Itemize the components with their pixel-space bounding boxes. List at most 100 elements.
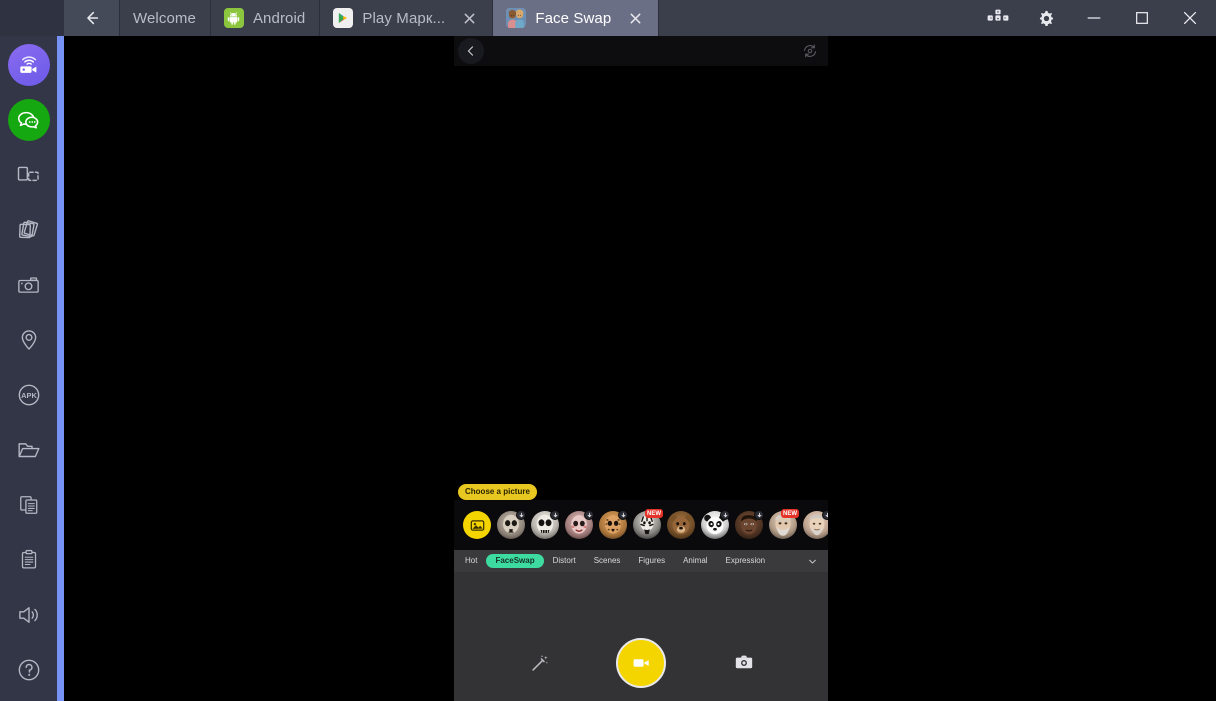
tab-strip: Welcome Android Play Марк... Face Swap bbox=[120, 0, 660, 36]
back-arrow-icon bbox=[86, 11, 98, 25]
sidebar-accent-stripe bbox=[57, 36, 64, 701]
close-window-button[interactable] bbox=[1166, 0, 1214, 36]
category-tab-figures[interactable]: Figures bbox=[629, 554, 674, 568]
tab-android[interactable]: Android bbox=[210, 0, 321, 36]
app-back-button[interactable] bbox=[458, 38, 484, 64]
sticker-old-man-face[interactable]: NEW bbox=[769, 509, 799, 539]
close-icon bbox=[464, 13, 475, 23]
beauty-effects-button[interactable] bbox=[530, 653, 550, 673]
back-chevron-icon bbox=[467, 46, 474, 56]
sticker-carousel[interactable]: NEW NEW bbox=[454, 500, 828, 550]
sticker-bear-mask[interactable] bbox=[667, 511, 695, 539]
left-toolbar: APK bbox=[0, 36, 57, 701]
sidebar-item-shared-folder[interactable] bbox=[8, 429, 50, 471]
flip-camera-button[interactable] bbox=[800, 41, 820, 61]
sticker-choose-picture[interactable] bbox=[463, 511, 491, 539]
sticker-man-face-2[interactable] bbox=[803, 510, 828, 539]
download-icon bbox=[757, 512, 761, 517]
category-tab-distort[interactable]: Distort bbox=[544, 554, 585, 568]
settings-button[interactable] bbox=[1022, 0, 1070, 36]
sticker-skull-mask-1[interactable] bbox=[497, 510, 526, 539]
apk-install-icon: APK bbox=[18, 384, 39, 406]
volume-icon bbox=[18, 607, 38, 623]
screen-record-icon bbox=[7, 44, 50, 86]
minimize-button[interactable] bbox=[1070, 0, 1118, 36]
app-top-bar bbox=[454, 36, 828, 66]
tab-play-market-label: Play Марк... bbox=[362, 9, 446, 27]
photo-camera-icon bbox=[735, 655, 753, 669]
tab-face-swap[interactable]: Face Swap bbox=[493, 0, 660, 36]
nav-back-button[interactable] bbox=[64, 0, 120, 36]
help-icon bbox=[18, 659, 39, 681]
folder-icon bbox=[17, 443, 40, 458]
download-icon bbox=[587, 512, 591, 517]
location-pin-icon bbox=[21, 330, 36, 350]
maximize-button[interactable] bbox=[1118, 0, 1166, 36]
tab-play-market-close[interactable] bbox=[460, 9, 478, 27]
play-store-icon bbox=[333, 8, 354, 28]
window-controls bbox=[974, 0, 1216, 36]
sticker-leopard-mask[interactable] bbox=[599, 510, 628, 539]
titlebar-left-pad bbox=[0, 0, 64, 36]
sidebar-item-clipboard[interactable] bbox=[8, 539, 50, 581]
sidebar-item-rotate-screen[interactable] bbox=[8, 154, 50, 196]
video-record-icon bbox=[633, 659, 649, 667]
sticker-doll-face-mask[interactable] bbox=[565, 510, 594, 539]
new-badge: NEW bbox=[645, 509, 663, 518]
sidebar-item-help[interactable] bbox=[8, 649, 50, 691]
category-tab-hot[interactable]: Hot bbox=[463, 554, 486, 568]
sticker-panda-mask[interactable] bbox=[701, 510, 730, 539]
sidebar-item-screenshot[interactable] bbox=[8, 264, 50, 306]
category-expand-button[interactable] bbox=[805, 554, 819, 568]
maximize-icon bbox=[1136, 12, 1148, 24]
tab-face-swap-label: Face Swap bbox=[535, 9, 612, 27]
sidebar-item-location[interactable] bbox=[8, 319, 50, 361]
copy-icon bbox=[19, 496, 37, 514]
chevron-down-icon bbox=[808, 559, 816, 564]
flip-camera-icon bbox=[804, 44, 816, 58]
tab-welcome[interactable]: Welcome bbox=[120, 0, 211, 36]
screenshot-icon bbox=[18, 276, 39, 293]
sidebar-item-copy[interactable] bbox=[8, 484, 50, 526]
sticker-man-face-1[interactable] bbox=[735, 510, 764, 539]
sidebar-item-screen-record[interactable] bbox=[7, 44, 50, 86]
sidebar-item-chat[interactable] bbox=[7, 99, 50, 141]
title-bar: Welcome Android Play Марк... Face Swap bbox=[0, 0, 1216, 36]
sticker-zebra-mask[interactable]: NEW bbox=[633, 509, 663, 539]
sidebar-item-volume[interactable] bbox=[8, 594, 50, 636]
download-badge bbox=[720, 510, 730, 520]
category-tab-expression[interactable]: Expression bbox=[717, 554, 775, 568]
camera-preview[interactable] bbox=[454, 66, 828, 506]
tab-play-market[interactable]: Play Марк... bbox=[320, 0, 494, 36]
keymapping-icon bbox=[987, 9, 1009, 21]
emulator-window: Welcome Android Play Марк... Face Swap A… bbox=[0, 0, 1216, 701]
category-tab-animal[interactable]: Animal bbox=[674, 554, 716, 568]
category-tab-bar: Hot FaceSwap Distort Scenes Figures Anim… bbox=[454, 550, 828, 572]
category-tab-scenes[interactable]: Scenes bbox=[585, 554, 630, 568]
close-icon bbox=[1183, 11, 1197, 25]
tab-face-swap-close[interactable] bbox=[626, 9, 644, 27]
sidebar-item-install-apk[interactable]: APK bbox=[8, 374, 50, 416]
chat-bubble-icon bbox=[7, 99, 50, 141]
keymapping-button[interactable] bbox=[974, 0, 1022, 36]
close-icon bbox=[630, 13, 641, 23]
download-badge bbox=[754, 510, 764, 520]
emulator-stage: Choose a picture NEW NEW Hot FaceSwap Di… bbox=[64, 36, 1216, 701]
choose-picture-tooltip: Choose a picture bbox=[458, 484, 537, 504]
download-icon bbox=[553, 512, 557, 517]
svg-text:APK: APK bbox=[21, 391, 37, 400]
download-icon bbox=[723, 512, 727, 517]
download-badge bbox=[516, 510, 526, 520]
sticker-skull-mask-2[interactable] bbox=[531, 510, 560, 539]
category-tab-faceswap[interactable]: FaceSwap bbox=[486, 554, 544, 568]
multi-window-icon bbox=[18, 220, 38, 239]
download-icon bbox=[621, 512, 625, 517]
magic-wand-icon bbox=[532, 655, 548, 671]
sidebar-item-multi-window[interactable] bbox=[8, 209, 50, 251]
record-button[interactable] bbox=[616, 638, 666, 688]
choose-picture-icon bbox=[463, 511, 491, 539]
android-device-screen: Choose a picture NEW NEW Hot FaceSwap Di… bbox=[454, 36, 828, 701]
new-badge: NEW bbox=[781, 509, 799, 518]
photo-mode-button[interactable] bbox=[735, 654, 753, 670]
tab-welcome-label: Welcome bbox=[133, 9, 196, 27]
